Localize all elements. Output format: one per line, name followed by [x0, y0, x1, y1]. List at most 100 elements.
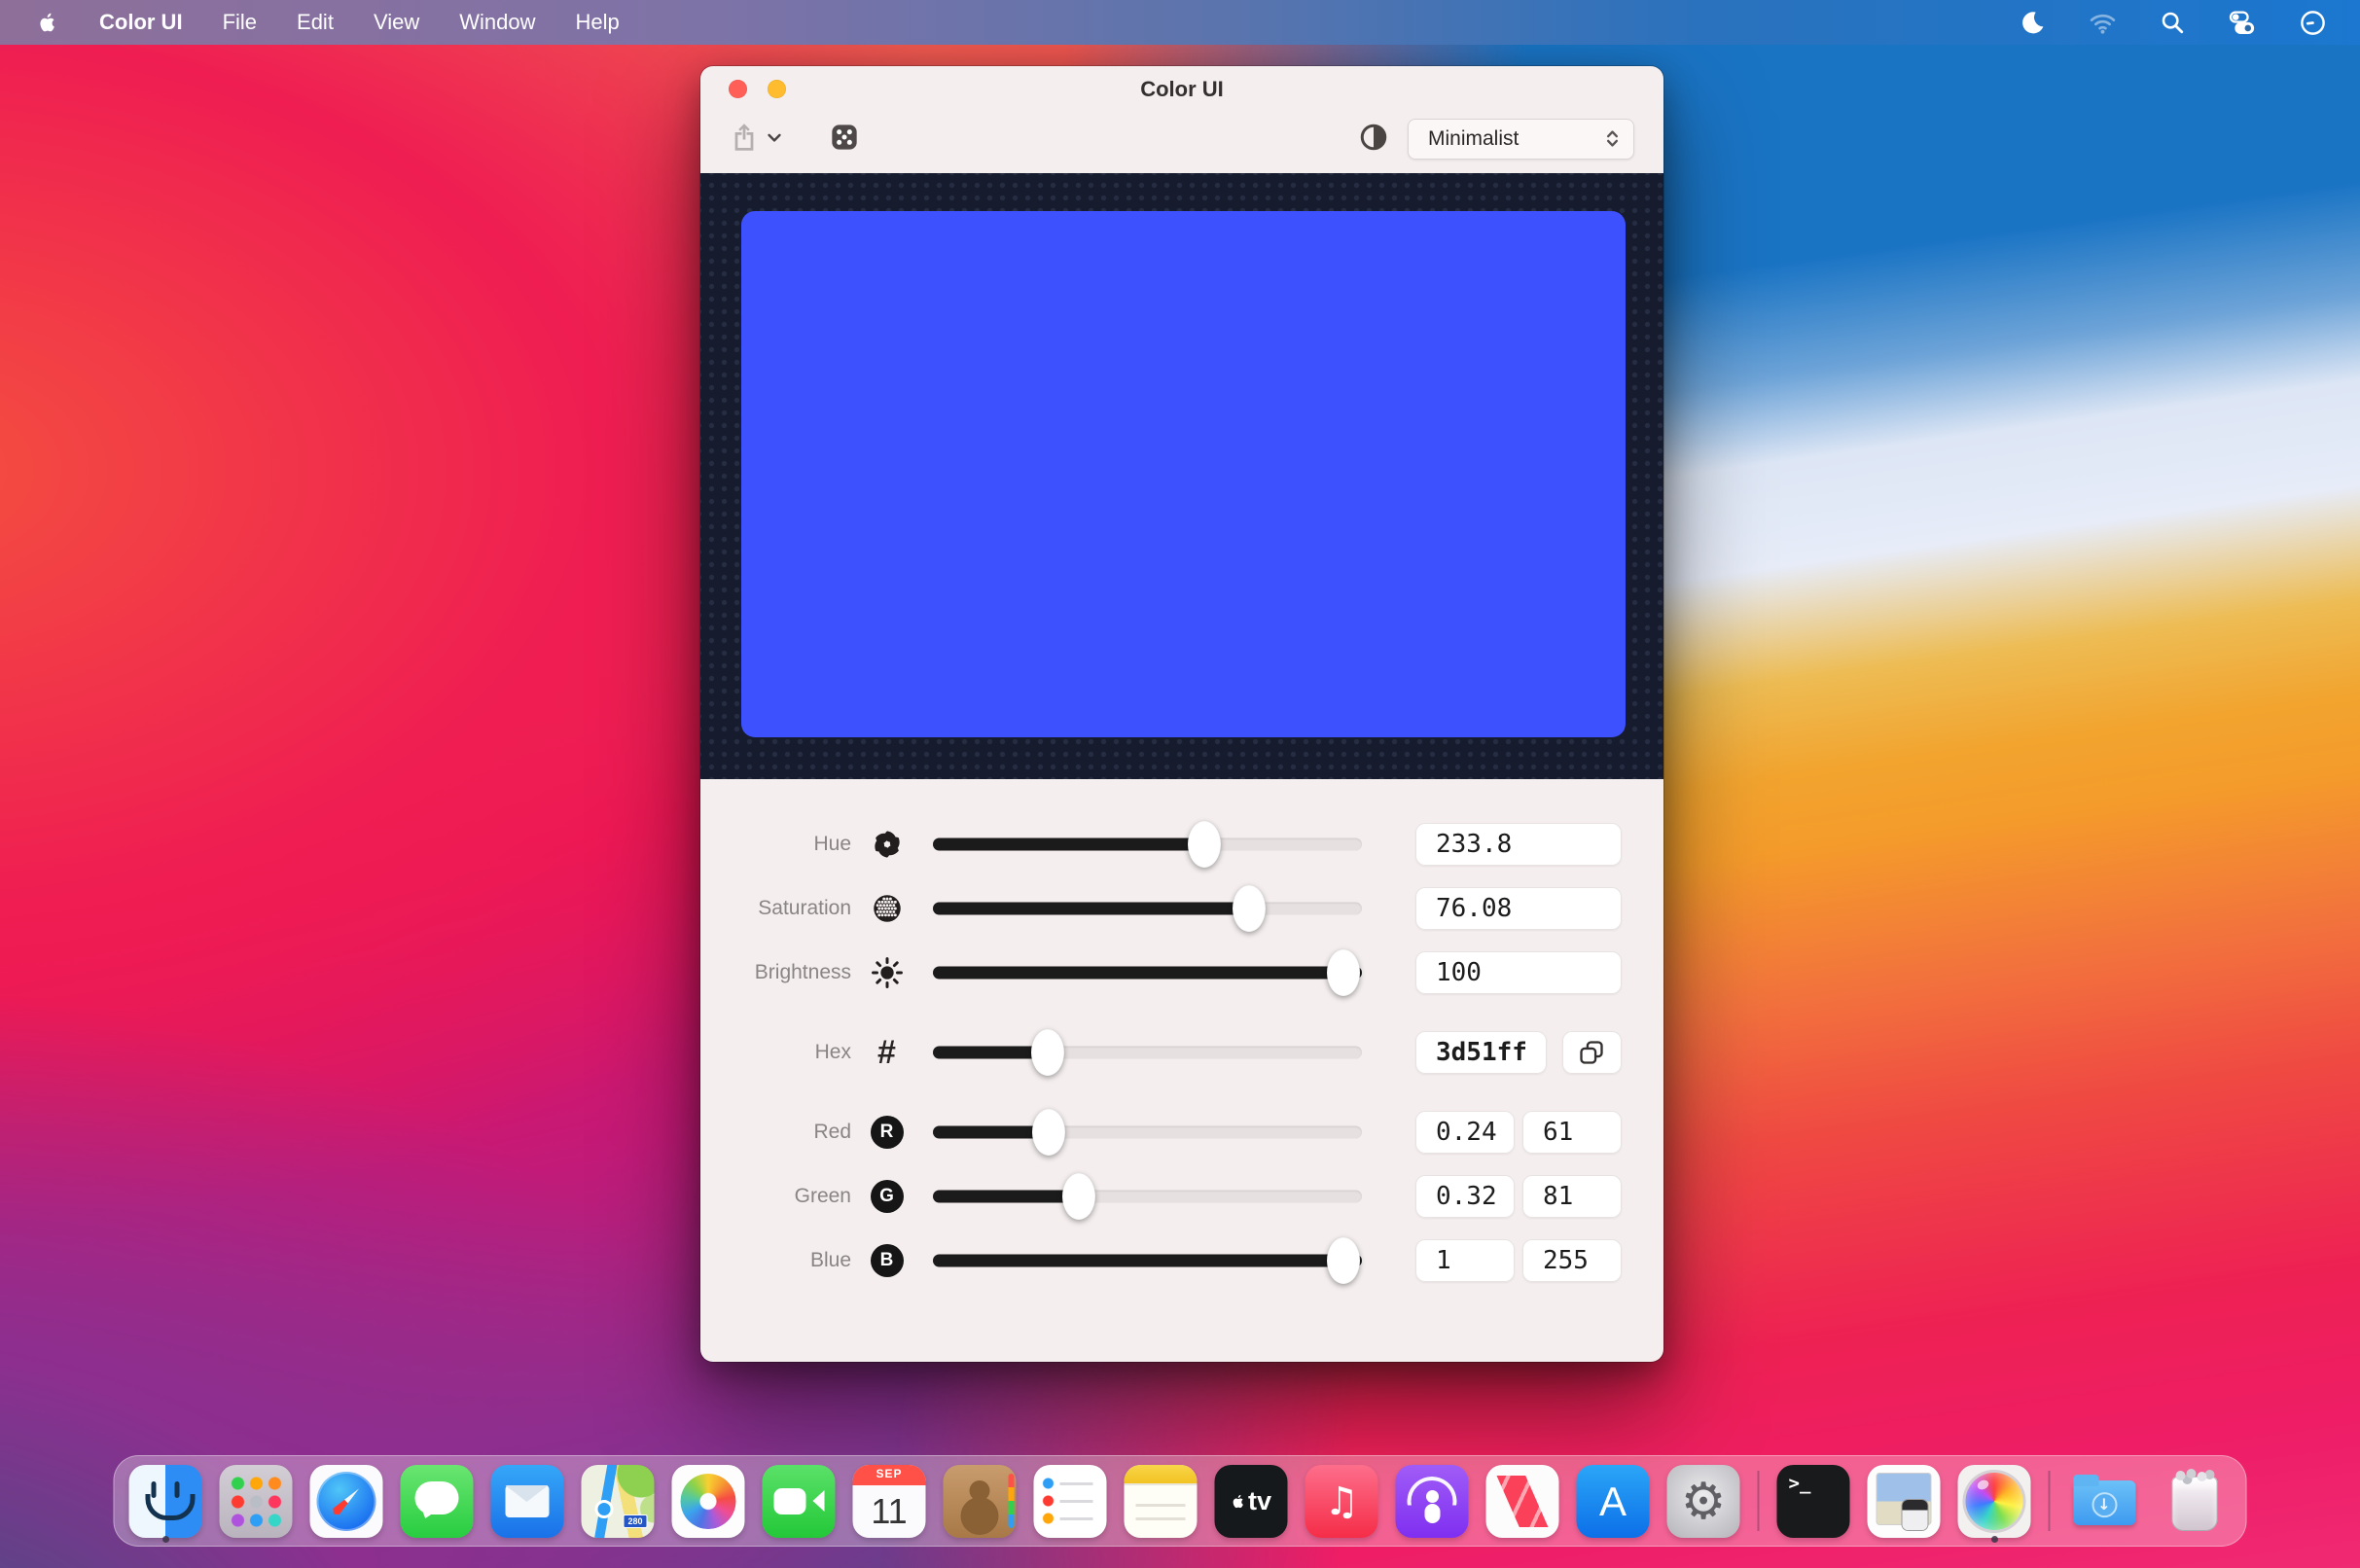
hex-slider[interactable] — [933, 1029, 1362, 1076]
blue-slider[interactable] — [933, 1237, 1362, 1284]
clock-icon[interactable] — [2299, 9, 2327, 37]
dock-colorui[interactable] — [1958, 1460, 2031, 1542]
news-app-icon — [1486, 1465, 1559, 1538]
red-slider[interactable] — [933, 1109, 1362, 1156]
random-color-button[interactable] — [829, 122, 860, 156]
blue-byte-field[interactable]: 255 — [1522, 1239, 1622, 1282]
menu-bar-left: Color UI File Edit View Window Help — [0, 10, 620, 35]
dock-safari[interactable] — [310, 1460, 383, 1542]
dock-reminders[interactable] — [1034, 1460, 1107, 1542]
colorui-window: Color UI Minimalist Hue233.8 Saturation 76… — [700, 66, 1663, 1362]
saturation-label: Saturation — [700, 897, 851, 920]
dock-photos[interactable] — [672, 1460, 745, 1542]
close-button[interactable] — [729, 80, 747, 98]
dock-calendar[interactable]: SEP11 — [853, 1460, 926, 1542]
green-slider-thumb[interactable] — [1062, 1173, 1095, 1220]
share-options-button[interactable] — [765, 127, 784, 150]
dock-news[interactable] — [1486, 1460, 1559, 1542]
preview-app-icon — [1868, 1465, 1941, 1538]
wifi-icon[interactable] — [2089, 9, 2117, 37]
menubar-app-name[interactable]: Color UI — [99, 10, 183, 35]
calendar-app-icon: SEP11 — [853, 1465, 926, 1538]
menu-items: File Edit View Window Help — [223, 10, 620, 35]
dock-divider — [2049, 1471, 2051, 1531]
hue-slider[interactable] — [933, 821, 1362, 868]
green-fraction-field[interactable]: 0.32 — [1415, 1175, 1515, 1218]
share-button[interactable] — [730, 122, 759, 156]
red-slider-thumb[interactable] — [1032, 1109, 1065, 1156]
dock-facetime[interactable] — [763, 1460, 836, 1542]
brightness-slider[interactable] — [933, 949, 1362, 996]
control-center-icon[interactable] — [2228, 9, 2256, 37]
dock-launchpad[interactable] — [220, 1460, 293, 1542]
green-slider[interactable] — [933, 1173, 1362, 1220]
colorui-app-icon — [1958, 1465, 2031, 1538]
aperture-icon — [871, 828, 904, 861]
dock-music[interactable]: ♫ — [1305, 1460, 1378, 1542]
contrast-toggle-button[interactable] — [1359, 123, 1388, 155]
notes-app-icon — [1125, 1465, 1198, 1538]
dock-divider — [1758, 1471, 1760, 1531]
dock-trash[interactable] — [2159, 1460, 2232, 1542]
brightness-slider-thumb[interactable] — [1327, 949, 1360, 996]
red-byte-field-text: 61 — [1543, 1118, 1573, 1147]
menu-item-window[interactable]: Window — [459, 10, 535, 35]
dock-appstore[interactable]: A — [1577, 1460, 1650, 1542]
downloads-app-icon: ↓ — [2068, 1465, 2141, 1538]
theme-select[interactable]: Minimalist — [1408, 119, 1634, 160]
red-label: Red — [700, 1121, 851, 1144]
menu-item-help[interactable]: Help — [575, 10, 619, 35]
saturation-value-field[interactable]: 76.08 — [1415, 887, 1622, 930]
appstore-app-icon: A — [1577, 1465, 1650, 1538]
dock-downloads[interactable]: ↓ — [2068, 1460, 2141, 1542]
copy-hex-button[interactable] — [1562, 1031, 1622, 1074]
hue-slider-thumb[interactable] — [1188, 821, 1221, 868]
blue-fraction-field[interactable]: 1 — [1415, 1239, 1515, 1282]
calendar-month: SEP — [853, 1467, 926, 1480]
dock-sysprefs[interactable]: ⚙ — [1667, 1460, 1740, 1542]
dice-icon — [829, 122, 860, 156]
maps-route-shield: 280 — [623, 1515, 647, 1528]
blue-byte-field-text: 255 — [1543, 1246, 1589, 1275]
row-hue: Hue233.8 — [700, 820, 1663, 869]
contacts-app-icon — [944, 1465, 1017, 1538]
safari-app-icon — [310, 1465, 383, 1538]
dock-messages[interactable] — [401, 1460, 474, 1542]
toolbar: Minimalist — [700, 112, 1663, 173]
dock-maps[interactable]: 280 — [582, 1460, 655, 1542]
dock-finder[interactable] — [129, 1460, 202, 1542]
search-icon[interactable] — [2160, 10, 2185, 35]
row-brightness: Brightness100 — [700, 948, 1663, 997]
dock-appletv[interactable]: tv — [1215, 1460, 1288, 1542]
red-byte-field[interactable]: 61 — [1522, 1111, 1622, 1154]
blue-slider-thumb[interactable] — [1327, 1237, 1360, 1284]
moon-icon[interactable] — [2020, 10, 2046, 36]
green-label: Green — [700, 1185, 851, 1208]
blue-badge: B — [871, 1244, 904, 1277]
green-byte-field-text: 81 — [1543, 1182, 1573, 1211]
dock-notes[interactable] — [1125, 1460, 1198, 1542]
red-fraction-field[interactable]: 0.24 — [1415, 1111, 1515, 1154]
red-fraction-field-text: 0.24 — [1436, 1118, 1497, 1147]
apple-logo-icon[interactable] — [36, 11, 59, 34]
dock-podcasts[interactable] — [1396, 1460, 1469, 1542]
menu-item-view[interactable]: View — [374, 10, 419, 35]
minimize-button[interactable] — [768, 80, 786, 98]
facetime-app-icon — [763, 1465, 836, 1538]
brightness-value-field[interactable]: 100 — [1415, 951, 1622, 994]
music-note-glyph: ♫ — [1324, 1479, 1359, 1524]
menu-item-edit[interactable]: Edit — [297, 10, 334, 35]
dock-mail[interactable] — [491, 1460, 564, 1542]
dock-preview[interactable] — [1868, 1460, 1941, 1542]
saturation-slider[interactable] — [933, 885, 1362, 932]
hue-value-field[interactable]: 233.8 — [1415, 823, 1622, 866]
row-red: RedR0.2461 — [700, 1108, 1663, 1157]
menu-item-file[interactable]: File — [223, 10, 257, 35]
dock-terminal[interactable]: >_ — [1777, 1460, 1850, 1542]
saturation-slider-thumb[interactable] — [1233, 885, 1266, 932]
window-title-bar[interactable]: Color UI — [700, 66, 1663, 112]
green-byte-field[interactable]: 81 — [1522, 1175, 1622, 1218]
hex-slider-thumb[interactable] — [1031, 1029, 1064, 1076]
dock-contacts[interactable] — [944, 1460, 1017, 1542]
hex-value-field[interactable]: 3d51ff — [1415, 1031, 1547, 1074]
